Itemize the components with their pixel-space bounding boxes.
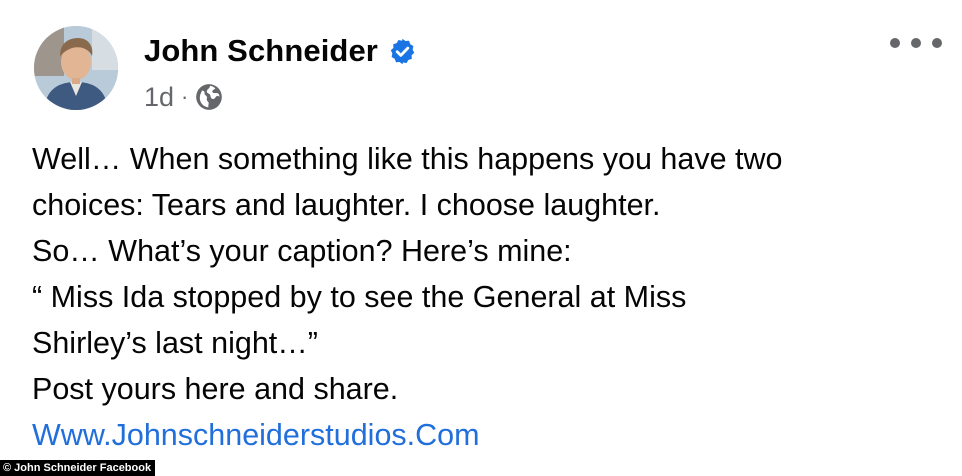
post-header: John Schneider [144,30,418,72]
post-text-line: “ Miss Ida stopped by to see the General… [32,280,687,314]
post-text-line: choices: Tears and laughter. I choose la… [32,188,661,222]
verified-badge-icon [388,36,418,66]
post-body: Well… When something like this happens y… [32,136,952,458]
photo-credit-watermark: © John Schneider Facebook [0,460,156,476]
author-name[interactable]: John Schneider [144,33,378,69]
author-avatar[interactable] [34,26,118,110]
post-timestamp[interactable]: 1d [144,82,174,113]
more-dot [911,38,921,48]
post-text-line: Shirley’s last night…” [32,326,318,360]
globe-icon[interactable] [195,83,223,111]
post-text-line: Well… When something like this happens y… [32,142,783,176]
meta-separator: · [181,84,189,109]
post-text-line: Post yours here and share. [32,372,399,406]
avatar-portrait [34,26,118,110]
more-dot [890,38,900,48]
website-link[interactable]: Www.Johnschneiderstudios.Com [32,412,952,458]
post-meta: 1d · [144,80,223,114]
more-options-icon[interactable] [890,30,942,56]
more-dot [932,38,942,48]
post-text-line: So… What’s your caption? Here’s mine: [32,234,572,268]
